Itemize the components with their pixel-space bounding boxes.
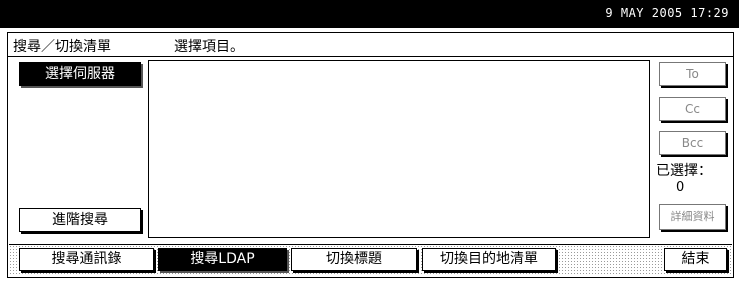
- bcc-button[interactable]: Bcc: [659, 131, 726, 155]
- tab-search-addressbook[interactable]: 搜尋通訊錄: [19, 248, 154, 271]
- header-divider: [7, 56, 734, 57]
- tab-search-ldap[interactable]: 搜尋LDAP: [158, 248, 287, 271]
- tab-switch-destination-list[interactable]: 切換目的地清單: [422, 248, 556, 271]
- tab-switch-title[interactable]: 切換標題: [291, 248, 417, 271]
- results-list[interactable]: [148, 60, 650, 238]
- instruction-text: 選擇項目。: [174, 39, 244, 55]
- select-server-button[interactable]: 選擇伺服器: [19, 62, 141, 86]
- selected-count: 0: [676, 180, 685, 195]
- cc-button[interactable]: Cc: [659, 97, 726, 121]
- datetime-display: 9 MAY 2005 17:29: [605, 6, 729, 20]
- exit-button[interactable]: 結束: [664, 248, 727, 271]
- selected-label: 已選擇：: [656, 163, 712, 179]
- details-button[interactable]: 詳細資料: [659, 204, 726, 230]
- status-bar: 9 MAY 2005 17:29: [0, 0, 739, 28]
- page-title: 搜尋／切換清單: [13, 39, 111, 55]
- to-button[interactable]: To: [659, 62, 726, 86]
- advanced-search-button[interactable]: 進階搜尋: [19, 208, 141, 232]
